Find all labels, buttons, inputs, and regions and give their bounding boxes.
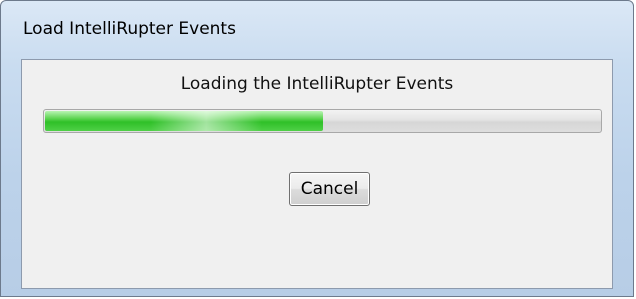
- title-bar[interactable]: Load IntelliRupter Events: [1, 1, 633, 57]
- cancel-button[interactable]: Cancel: [289, 172, 370, 206]
- status-message: Loading the IntelliRupter Events: [180, 74, 454, 94]
- progress-bar: [43, 109, 602, 133]
- window-title: Load IntelliRupter Events: [23, 19, 236, 39]
- dialog-content: Loading the IntelliRupter Events Cancel: [21, 59, 613, 289]
- dialog-window: Load IntelliRupter Events Loading the In…: [0, 0, 634, 297]
- progress-bar-fill: [45, 111, 323, 131]
